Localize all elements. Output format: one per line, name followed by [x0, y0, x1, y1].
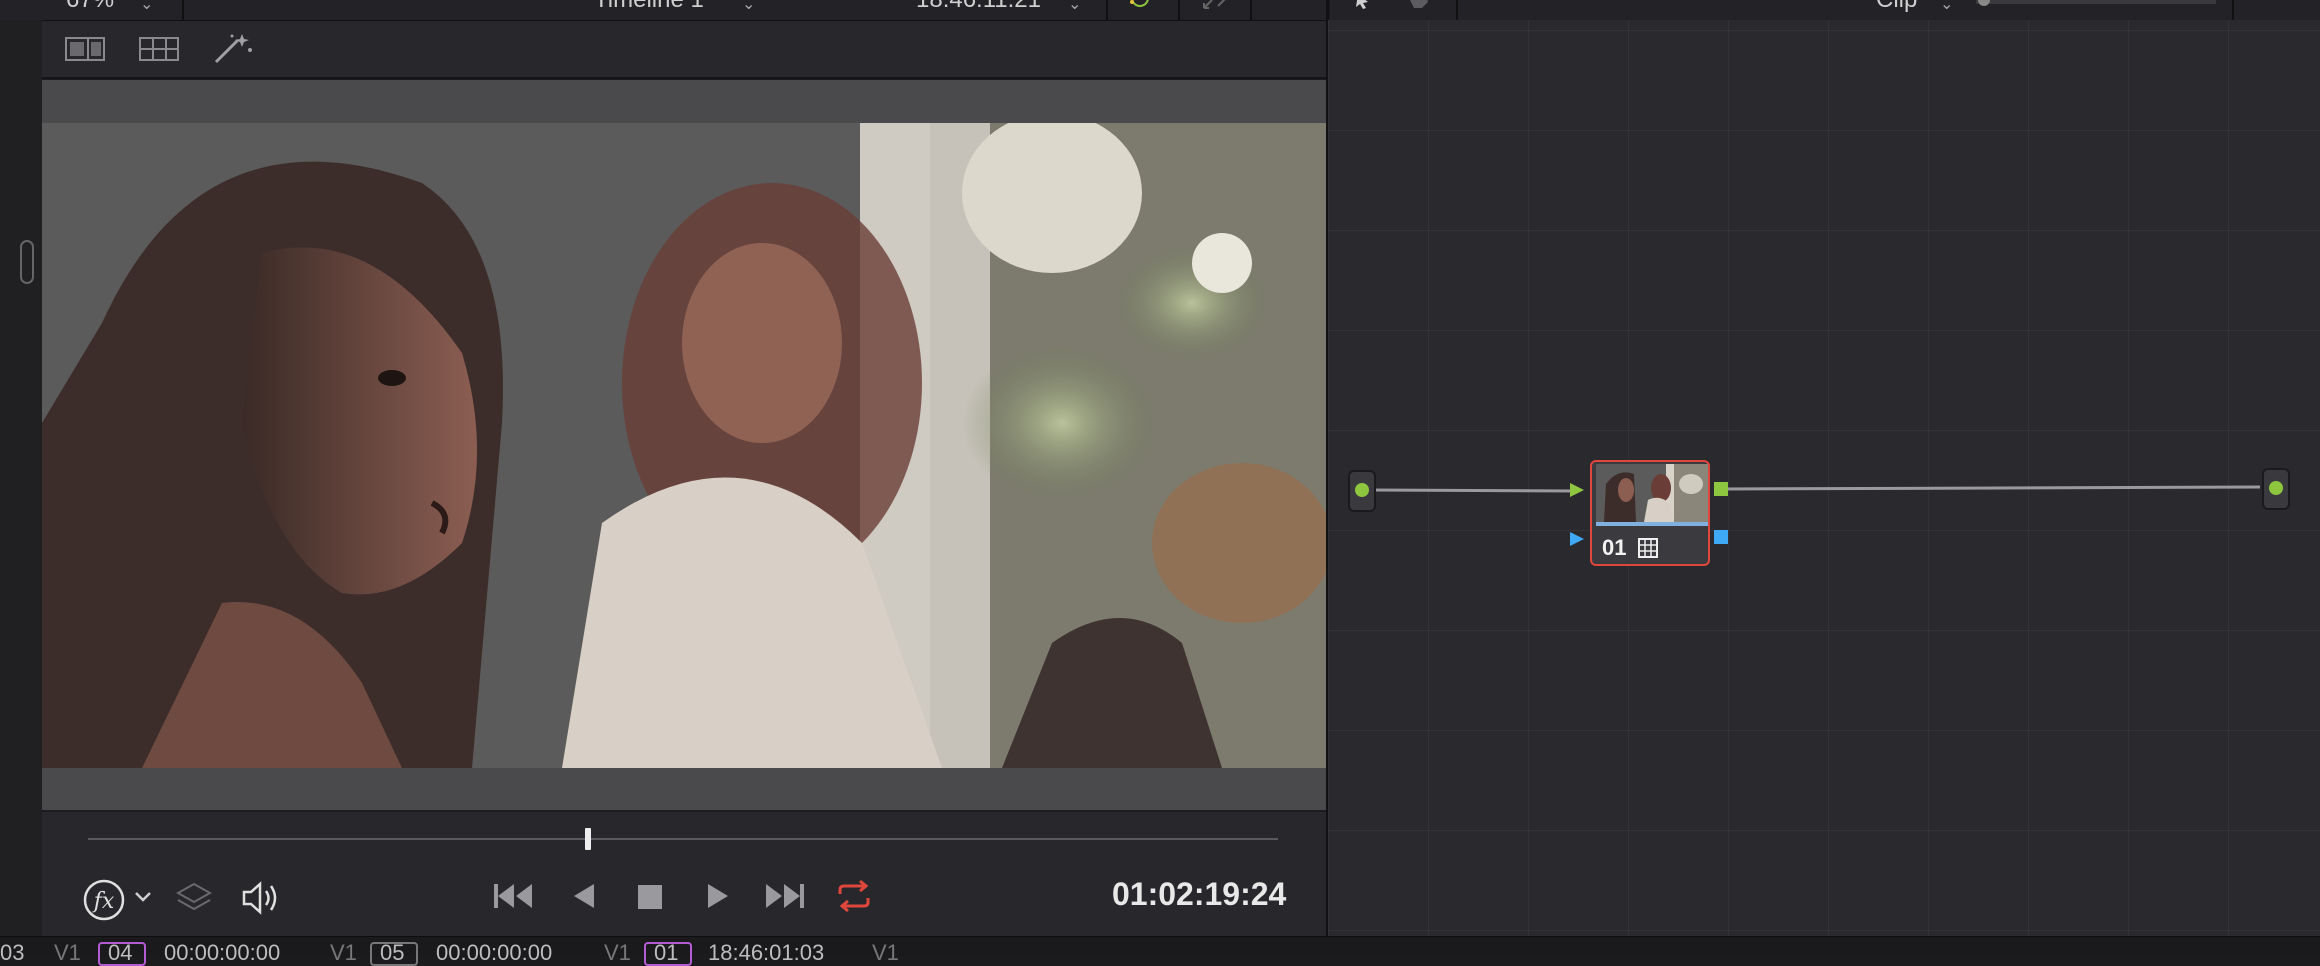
timeline-dropdown-icon[interactable]: ⌄	[742, 0, 755, 14]
clip-track-partial: V1	[872, 940, 899, 965]
scrubber-track[interactable]	[88, 838, 1278, 840]
viewer-timecode[interactable]: 01:02:19:24	[1112, 876, 1286, 913]
fx-icon[interactable]: fx	[82, 878, 126, 927]
highlight-icon[interactable]	[1126, 0, 1149, 10]
video-frame-image	[42, 123, 1326, 768]
clip-timecode: 18:46:01:03	[708, 940, 825, 965]
divider	[182, 0, 184, 20]
play-icon[interactable]	[704, 882, 732, 915]
output-input-dot[interactable]	[2269, 481, 2283, 495]
node-rgb-input-port[interactable]	[1568, 481, 1586, 504]
transport-bar	[42, 812, 1326, 936]
panel-resize-handle[interactable]	[20, 240, 34, 284]
scrubber-playhead[interactable]	[584, 828, 591, 850]
timeline-name[interactable]: Timeline 1	[594, 0, 704, 14]
node-key-output-port[interactable]	[1714, 530, 1728, 544]
viewer-frame[interactable]	[42, 123, 1326, 768]
jump-end-icon[interactable]	[762, 880, 806, 917]
node-progress-bar	[1596, 522, 1708, 526]
grid-view-icon[interactable]	[138, 36, 182, 67]
play-reverse-icon[interactable]	[570, 882, 598, 915]
svg-text:fx: fx	[92, 889, 115, 914]
fullscreen-icon[interactable]	[1200, 0, 1230, 17]
stop-icon[interactable]	[636, 884, 664, 915]
zoom-dropdown-icon[interactable]: ⌄	[140, 0, 153, 14]
magic-wand-icon[interactable]	[212, 32, 256, 71]
node-grid-icon	[1638, 538, 1658, 563]
divider	[1456, 0, 1458, 20]
pointer-icon[interactable]	[1352, 0, 1376, 17]
source-output-dot[interactable]	[1355, 483, 1369, 497]
clip-index[interactable]: 01	[654, 940, 678, 966]
volume-icon[interactable]	[240, 880, 280, 921]
clip-index[interactable]: 05	[380, 940, 404, 966]
divider	[1178, 0, 1180, 20]
node-key-input-port[interactable]	[1568, 530, 1586, 553]
clip-track: V1	[54, 940, 81, 965]
node-thumbnail	[1596, 464, 1708, 522]
zoom-level[interactable]: 67%	[66, 0, 114, 14]
fx-dropdown-icon[interactable]	[132, 886, 154, 913]
jump-start-icon[interactable]	[492, 880, 536, 917]
divider	[2232, 0, 2234, 20]
left-gutter	[0, 20, 43, 936]
clip-index-partial: 03	[0, 940, 25, 965]
node-rgb-output-port[interactable]	[1714, 482, 1728, 496]
node-mode-selector[interactable]: Clip	[1876, 0, 1917, 14]
loop-icon[interactable]	[834, 878, 874, 919]
divider	[1106, 0, 1108, 20]
timecode-dropdown-icon[interactable]: ⌄	[1068, 0, 1081, 14]
layers-icon[interactable]	[175, 880, 213, 921]
node-mode-dropdown-icon[interactable]: ⌄	[1940, 0, 1953, 14]
node-label: 01	[1602, 535, 1627, 560]
clip-timecode: 00:00:00:00	[164, 940, 281, 965]
clip-timecode: 00:00:00:00	[436, 940, 553, 965]
clip-index[interactable]: 04	[108, 940, 132, 966]
source-timecode[interactable]: 18:46:11:21	[916, 0, 1041, 14]
hand-icon[interactable]	[1408, 0, 1432, 17]
node-connections	[1369, 485, 2261, 493]
clip-track: V1	[604, 940, 631, 965]
split-view-icon[interactable]	[64, 36, 108, 67]
node-zoom-slider[interactable]	[1976, 0, 2216, 4]
clip-track: V1	[330, 940, 357, 965]
divider	[1250, 0, 1252, 20]
